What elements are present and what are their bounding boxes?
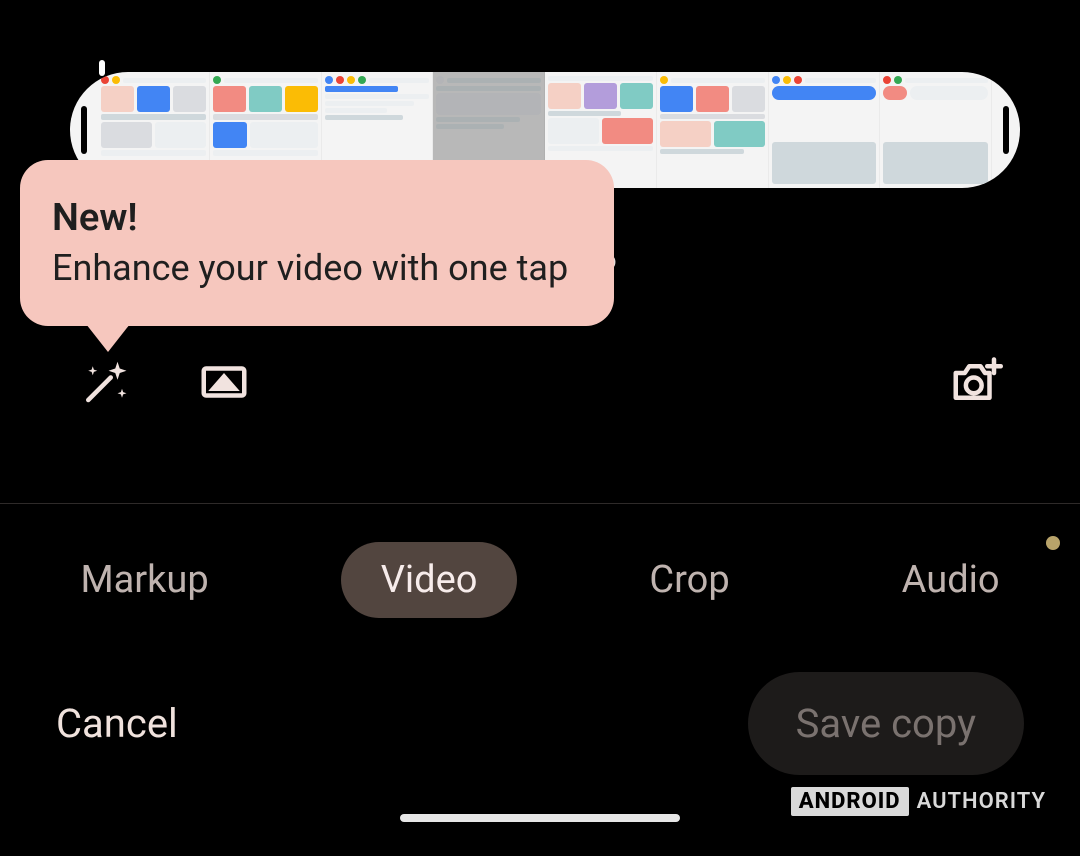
timeline-frame — [769, 72, 881, 188]
tab-audio[interactable]: Audio — [862, 542, 1040, 618]
magic-wand-sparkle-icon — [77, 355, 131, 409]
tab-video[interactable]: Video — [341, 542, 518, 618]
watermark-brand-boxed: ANDROID — [791, 787, 909, 816]
enhance-button[interactable] — [72, 350, 136, 414]
export-frame-button[interactable] — [944, 350, 1008, 414]
editor-tabs: Markup Video Crop Audio — [0, 536, 1080, 624]
tab-markup[interactable]: Markup — [40, 542, 248, 618]
tool-row — [0, 346, 1080, 418]
save-copy-button[interactable]: Save copy — [748, 672, 1024, 775]
tab-crop[interactable]: Crop — [609, 542, 769, 618]
watermark-brand-rest: AUTHORITY — [917, 789, 1046, 814]
tooltip-headline: New! — [52, 194, 578, 243]
tab-audio-indicator-dot — [1046, 536, 1060, 550]
bottom-action-bar: Cancel Save copy — [0, 668, 1080, 778]
camera-plus-icon — [949, 355, 1003, 409]
stabilize-frame-icon — [197, 355, 251, 409]
feature-tooltip[interactable]: New! Enhance your video with one tap — [20, 160, 614, 326]
watermark: ANDROID AUTHORITY — [791, 787, 1046, 816]
tooltip-body: Enhance your video with one tap — [52, 245, 578, 292]
stabilize-button[interactable] — [192, 350, 256, 414]
timeline-playhead[interactable] — [99, 60, 105, 76]
timeline-handle-right[interactable] — [992, 72, 1020, 188]
cancel-button[interactable]: Cancel — [56, 700, 178, 747]
section-divider — [0, 503, 1080, 504]
editor-screen: 6 New! Enhance your video with one tap — [0, 0, 1080, 856]
timeline-frame — [657, 72, 769, 188]
timeline-frame — [880, 72, 992, 188]
gesture-nav-handle[interactable] — [400, 814, 680, 822]
